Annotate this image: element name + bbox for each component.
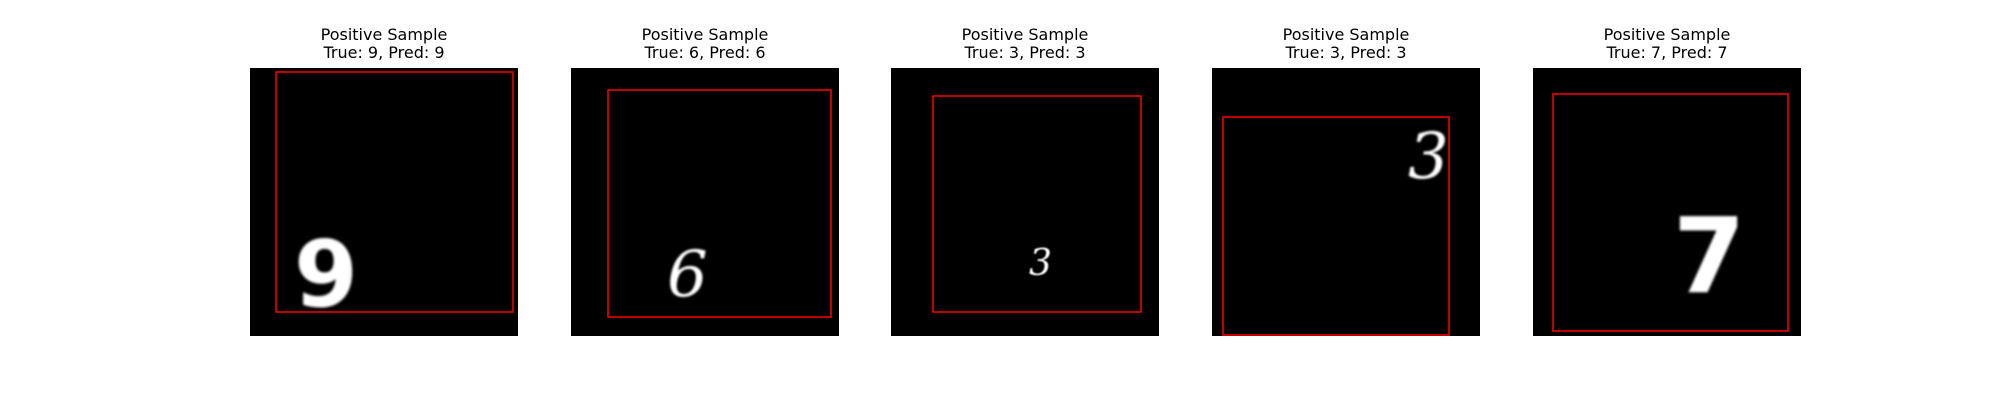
panel-heading: Positive Sample <box>961 25 1089 44</box>
panel-title: Positive Sample True: 3, Pred: 3 <box>1212 26 1480 62</box>
handwritten-digit: 6 <box>667 238 708 312</box>
digit-image-canvas: 9 <box>275 71 514 328</box>
panel-title: Positive Sample True: 9, Pred: 9 <box>250 26 518 62</box>
panel-heading: Positive Sample <box>641 25 769 44</box>
panel-subtitle: True: 7, Pred: 7 <box>1606 43 1728 62</box>
panel-subtitle: True: 3, Pred: 3 <box>964 43 1086 62</box>
panel-title: Positive Sample True: 6, Pred: 6 <box>571 26 839 62</box>
panel-title: Positive Sample True: 7, Pred: 7 <box>1533 26 1801 62</box>
digit-image: 6 <box>571 68 839 336</box>
panel-subtitle: True: 3, Pred: 3 <box>1285 43 1407 62</box>
panel-heading: Positive Sample <box>320 25 448 44</box>
digit-image-canvas: 7 <box>1552 93 1789 332</box>
sample-panel-4: Positive Sample True: 3, Pred: 3 3 <box>1212 26 1480 338</box>
digit-image-canvas: 3 <box>1222 116 1450 336</box>
handwritten-digit: 7 <box>1673 195 1745 317</box>
sample-panel-3: Positive Sample True: 3, Pred: 3 3 <box>891 26 1159 338</box>
bounding-box <box>1552 93 1789 332</box>
panel-subtitle: True: 6, Pred: 6 <box>644 43 766 62</box>
digit-image: 9 <box>250 68 518 336</box>
sample-panel-2: Positive Sample True: 6, Pred: 6 6 <box>571 26 839 338</box>
digit-image-canvas: 6 <box>607 89 832 318</box>
panel-subtitle: True: 9, Pred: 9 <box>323 43 445 62</box>
digit-image: 3 <box>1212 68 1480 336</box>
panel-heading: Positive Sample <box>1282 25 1410 44</box>
digit-image-canvas: 3 <box>932 95 1142 313</box>
panel-heading: Positive Sample <box>1603 25 1731 44</box>
sample-panel-5: Positive Sample True: 7, Pred: 7 7 <box>1533 26 1801 338</box>
digit-image: 3 <box>891 68 1159 336</box>
sample-panel-1: Positive Sample True: 9, Pred: 9 9 <box>250 26 518 338</box>
handwritten-digit: 3 <box>1029 243 1052 284</box>
bounding-box <box>607 89 832 318</box>
handwritten-digit: 3 <box>1408 120 1449 194</box>
digit-image: 7 <box>1533 68 1801 336</box>
panel-title: Positive Sample True: 3, Pred: 3 <box>891 26 1159 62</box>
